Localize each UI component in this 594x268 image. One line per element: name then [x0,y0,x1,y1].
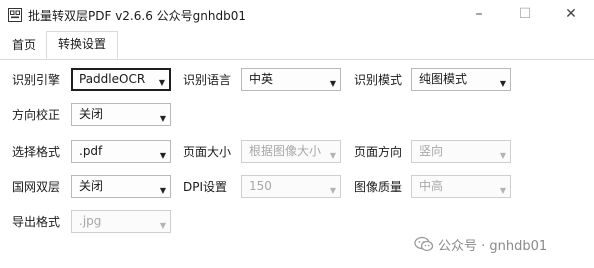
language-label: 识别语言 [183,73,232,87]
national-double-label: 国网双层 [12,180,61,194]
image-quality-dropdown: 中高 ▼ [411,175,511,198]
mode-dropdown[interactable]: 纯图模式 ▼ [411,68,511,91]
maximize-button[interactable]: ☐ [502,0,548,28]
select-format-value: .pdf [79,144,103,158]
wechat-icon [414,236,434,252]
image-quality-value: 中高 [419,179,444,193]
page-size-value: 根据图像大小 [249,144,322,158]
chevron-down-icon: ▼ [499,79,506,88]
export-format-value: .jpg [79,214,102,228]
watermark-text: 公众号 · gnhdb01 [438,239,548,254]
close-button[interactable]: ✕ [548,0,594,28]
chevron-down-icon: ▼ [329,151,336,160]
chevron-down-icon: ▼ [499,151,506,160]
tab-bar: 首页 转换设置 [0,30,594,60]
window-title: 批量转双层PDF v2.6.6 公众号gnhdb01 [28,9,246,23]
mode-label: 识别模式 [354,73,403,87]
chevron-down-icon: ▼ [499,186,506,195]
tab-home[interactable]: 首页 [4,33,44,58]
chevron-down-icon: ▼ [159,151,166,160]
chevron-down-icon: ▼ [159,186,166,195]
export-format-label: 导出格式 [12,215,61,229]
select-format-dropdown[interactable]: .pdf ▼ [71,140,171,163]
language-dropdown[interactable]: 中英 ▼ [241,68,341,91]
select-format-label: 选择格式 [12,145,61,159]
chevron-down-icon: ▼ [159,221,166,230]
chevron-down-icon: ▼ [158,78,165,87]
minimize-button[interactable]: – [456,0,502,28]
tab-conversion-settings[interactable]: 转换设置 [46,31,118,59]
language-value: 中英 [249,72,274,86]
app-icon [8,8,22,22]
title-bar: 批量转双层PDF v2.6.6 公众号gnhdb01 – ☐ ✕ [0,0,594,30]
chevron-down-icon: ▼ [329,79,336,88]
orientation-fix-value: 关闭 [79,107,104,121]
engine-value: PaddleOCR [79,72,146,86]
national-double-value: 关闭 [79,179,104,193]
chevron-down-icon: ▼ [159,114,166,123]
export-format-dropdown: .jpg ▼ [71,210,171,233]
page-orientation-value: 竖向 [419,144,444,158]
page-orientation-label: 页面方向 [354,145,403,159]
page-size-dropdown: 根据图像大小 ▼ [241,140,341,163]
national-double-dropdown[interactable]: 关闭 ▼ [71,175,171,198]
chevron-down-icon: ▼ [329,186,336,195]
page-orientation-dropdown: 竖向 ▼ [411,140,511,163]
orientation-fix-label: 方向校正 [12,108,61,122]
mode-value: 纯图模式 [419,72,468,86]
dpi-label: DPI设置 [183,180,228,194]
orientation-fix-dropdown[interactable]: 关闭 ▼ [71,103,171,126]
engine-dropdown[interactable]: PaddleOCR ▼ [71,68,171,91]
image-quality-label: 图像质量 [354,180,403,194]
engine-label: 识别引擎 [12,73,61,87]
page-size-label: 页面大小 [183,145,232,159]
dpi-dropdown: 150 ▼ [241,175,341,198]
dpi-value: 150 [249,179,272,193]
